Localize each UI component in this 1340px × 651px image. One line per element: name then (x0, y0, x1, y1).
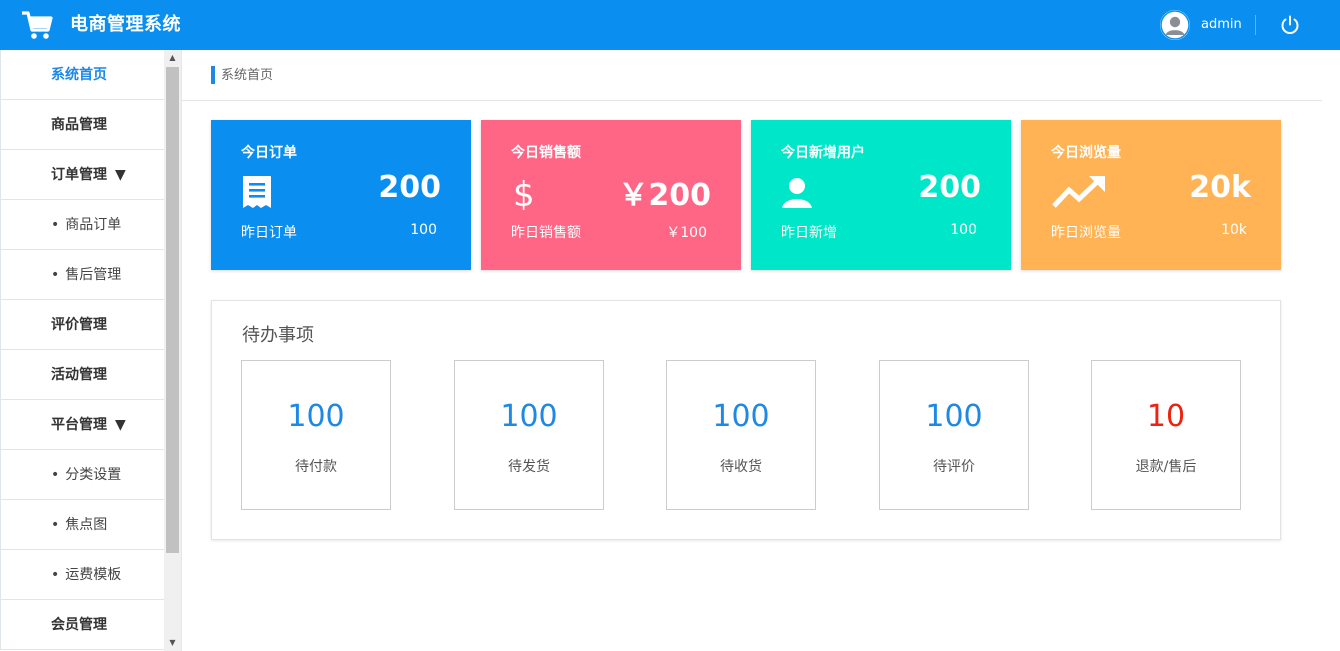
breadcrumb-marker (211, 66, 215, 84)
todo-item[interactable]: 100 待付款 (241, 360, 391, 510)
bullet-dot-icon: • (51, 267, 60, 283)
bullet-dot-icon: • (51, 567, 60, 583)
breadcrumb: 系统首页 (182, 50, 1322, 101)
svg-text:$: $ (513, 175, 535, 210)
todo-item[interactable]: 100 待发货 (454, 360, 604, 510)
stat-card[interactable]: 今日订单 200 昨日订单 100 (211, 120, 471, 270)
todo-count: 100 (925, 399, 983, 434)
sidebar-item-label: 售后管理 (65, 267, 122, 283)
sidebar-item[interactable]: 活动管理 (0, 350, 164, 400)
stat-value: 20k (1189, 170, 1251, 205)
bullet-dot-icon: • (51, 467, 60, 483)
stat-sub-value: 10k (1221, 222, 1247, 238)
dollar-icon: $ (511, 174, 543, 215)
sidebar-menu: 系统首页商品管理订单管理 ▼ • 商品订单 • 售后管理评价管理活动管理平台管理 ▼ • 分类设… (0, 50, 164, 650)
stat-sub-value: 100 (950, 222, 977, 238)
stat-sub-label: 昨日新增 (781, 225, 837, 241)
receipt-icon (241, 174, 273, 210)
sidebar-item-label: 平台管理 (51, 417, 107, 433)
todo-title: 待办事项 (242, 325, 314, 346)
sidebar-item[interactable]: 会员管理 (0, 600, 164, 650)
stat-sub-value: ￥100 (666, 225, 707, 241)
todo-label: 待评价 (933, 459, 975, 475)
scroll-down-arrow-icon[interactable]: ▼ (164, 635, 181, 651)
todo-label: 待发货 (508, 459, 550, 475)
scroll-thumb[interactable] (166, 67, 179, 553)
app-title: 电商管理系统 (70, 14, 181, 35)
sidebar-item[interactable]: 订单管理 ▼ (0, 150, 164, 200)
bullet-dot-icon: • (51, 517, 60, 533)
sidebar-item-label: 商品订单 (65, 217, 122, 233)
power-icon[interactable] (1279, 14, 1301, 36)
main-content: 系统首页 今日订单 200 昨日订单 100 今日销售额 $ ￥200 昨日销售额 ￥100 今日… (182, 50, 1340, 651)
sidebar-item-label: 系统首页 (51, 67, 107, 83)
todo-count: 10 (1146, 399, 1186, 434)
todo-item[interactable]: 100 待收货 (666, 360, 816, 510)
stat-card[interactable]: 今日销售额 $ ￥200 昨日销售额 ￥100 (481, 120, 741, 270)
expand-arrow-icon[interactable]: ▼ (115, 417, 126, 433)
breadcrumb-current[interactable]: 系统首页 (221, 50, 273, 101)
stat-sub-label: 昨日销售额 (511, 225, 581, 241)
todo-item[interactable]: 10 退款/售后 (1091, 360, 1241, 510)
trending-up-icon (1051, 174, 1105, 210)
todo-label: 待收货 (720, 459, 762, 475)
stat-value: 200 (378, 170, 441, 205)
stat-title: 今日订单 (241, 145, 297, 161)
sidebar-item-label: 评价管理 (51, 317, 107, 333)
header-divider (1255, 15, 1256, 35)
sidebar-item[interactable]: • 分类设置 (0, 450, 164, 500)
top-bar: 电商管理系统 admin (0, 0, 1340, 50)
sidebar-item[interactable]: 评价管理 (0, 300, 164, 350)
sidebar-scrollbar[interactable]: ▲ ▼ (164, 50, 181, 651)
stat-card[interactable]: 今日新增用户 200 昨日新增 100 (751, 120, 1011, 270)
sidebar: 系统首页商品管理订单管理 ▼ • 商品订单 • 售后管理评价管理活动管理平台管理 ▼ • 分类设… (0, 50, 182, 651)
sidebar-item[interactable]: 平台管理 ▼ (0, 400, 164, 450)
user-avatar-icon[interactable] (1160, 10, 1190, 40)
sidebar-item[interactable]: 系统首页 (0, 50, 164, 100)
expand-arrow-icon[interactable]: ▼ (115, 167, 126, 183)
stat-value: 200 (918, 170, 981, 205)
todo-count: 100 (287, 399, 345, 434)
stat-title: 今日销售额 (511, 145, 581, 161)
sidebar-item-label: 会员管理 (51, 617, 107, 633)
sidebar-item[interactable]: • 焦点图 (0, 500, 164, 550)
shopping-cart-icon (22, 11, 53, 39)
sidebar-item-label: 订单管理 (51, 167, 107, 183)
sidebar-item-label: 运费模板 (65, 567, 122, 583)
scroll-up-arrow-icon[interactable]: ▲ (164, 50, 181, 66)
sidebar-item[interactable]: • 商品订单 (0, 200, 164, 250)
todo-label: 待付款 (295, 459, 337, 475)
todo-count: 100 (712, 399, 770, 434)
sidebar-item-label: 商品管理 (51, 117, 107, 133)
sidebar-item[interactable]: 商品管理 (0, 100, 164, 150)
user-icon (781, 174, 813, 210)
bullet-dot-icon: • (51, 217, 60, 233)
sidebar-item[interactable]: • 运费模板 (0, 550, 164, 600)
stat-value: ￥200 (618, 178, 711, 213)
sidebar-item[interactable]: • 售后管理 (0, 250, 164, 300)
todo-label: 退款/售后 (1135, 459, 1197, 475)
stat-title: 今日浏览量 (1051, 145, 1121, 161)
todo-count: 100 (500, 399, 558, 434)
stat-title: 今日新增用户 (781, 145, 865, 161)
sidebar-item-label: 活动管理 (51, 367, 107, 383)
stat-sub-label: 昨日浏览量 (1051, 225, 1121, 241)
todo-item[interactable]: 100 待评价 (879, 360, 1029, 510)
sidebar-item-label: 分类设置 (65, 467, 122, 483)
stat-sub-label: 昨日订单 (241, 225, 297, 241)
username[interactable]: admin (1201, 0, 1242, 50)
stat-card[interactable]: 今日浏览量 20k 昨日浏览量 10k (1021, 120, 1281, 270)
sidebar-item-label: 焦点图 (65, 517, 108, 533)
todo-panel: 待办事项 100 待付款 100 待发货 100 待收货 100 待评价 10 退款/售后 (211, 300, 1281, 540)
stat-sub-value: 100 (410, 222, 437, 238)
